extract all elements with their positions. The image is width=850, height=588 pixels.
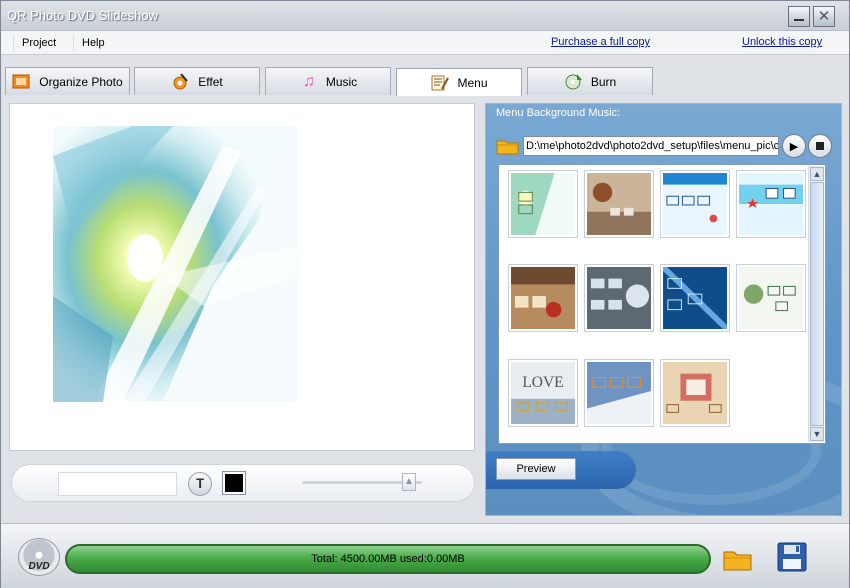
menu-template-gallery: LOVE ▲ ▼ [498, 164, 826, 444]
open-project-folder-icon[interactable] [723, 546, 753, 572]
menu-text-input[interactable] [58, 472, 177, 496]
preview-button-area: Preview [486, 451, 636, 489]
preview-button[interactable]: Preview [496, 458, 576, 480]
menu-bar: Project Help Purchase a full copy Unlock… [1, 31, 849, 55]
dvd-disc-icon: DVD [18, 538, 60, 576]
scroll-thumb[interactable] [810, 182, 824, 426]
disc-usage-progress: Total: 4500.00MB used:0.00MB [65, 544, 711, 574]
disc-type-label: DVD [28, 561, 50, 572]
play-icon: ▶ [789, 140, 799, 153]
menu-settings-panel: Menu Background Music: D:\me\photo2dvd\p… [485, 103, 842, 516]
folder-open-icon[interactable] [496, 136, 520, 156]
burn-disc-icon [564, 73, 584, 91]
slider-thumb[interactable]: ▲ [402, 473, 416, 491]
template-thumb-10[interactable] [584, 359, 654, 427]
template-thumb-9[interactable]: LOVE [508, 359, 578, 427]
purchase-link[interactable]: Purchase a full copy [551, 36, 650, 48]
tab-menu[interactable]: Menu [396, 68, 522, 96]
template-thumb-1[interactable] [508, 170, 578, 238]
status-bar: DVD Total: 4500.00MB used:0.00MB [1, 523, 849, 588]
unlock-link[interactable]: Unlock this copy [742, 36, 822, 48]
template-thumb-2[interactable] [584, 170, 654, 238]
scroll-down-icon[interactable]: ▼ [810, 427, 824, 441]
photo-organize-icon [12, 73, 32, 91]
stop-button[interactable] [808, 134, 832, 158]
text-color-picker[interactable] [223, 472, 245, 494]
stop-icon [816, 142, 824, 150]
menu-preview-panel [9, 103, 475, 451]
tab-label: Burn [590, 74, 617, 89]
tab-label: Menu [457, 75, 488, 90]
menu-help[interactable]: Help [73, 35, 113, 51]
tab-bar: Organize Photo Effet ♫ Music Menu Burn [1, 55, 849, 96]
tab-label: Organize Photo [39, 74, 123, 89]
close-button[interactable]: ✕ [813, 6, 835, 27]
app-window: QR Photo DVD Slideshow ✕ Project Help Pu… [0, 0, 850, 588]
template-thumb-8[interactable] [736, 264, 806, 332]
tab-effet[interactable]: Effet [134, 67, 260, 95]
menu-project[interactable]: Project [13, 35, 64, 51]
font-icon: 𝐓 [195, 476, 205, 491]
disc-usage-text: Total: 4500.00MB used:0.00MB [311, 553, 465, 565]
template-thumb-5[interactable] [508, 264, 578, 332]
save-project-icon[interactable] [776, 541, 808, 573]
template-thumb-4[interactable] [736, 170, 806, 238]
title-bar: QR Photo DVD Slideshow ✕ [1, 1, 849, 31]
template-thumb-6[interactable] [584, 264, 654, 332]
svg-text:LOVE: LOVE [522, 374, 563, 391]
tab-burn[interactable]: Burn [527, 67, 653, 95]
font-button[interactable]: 𝐓 [188, 472, 212, 496]
gallery-scrollbar[interactable]: ▲ ▼ [808, 166, 824, 442]
text-toolbar: 𝐓 ▲ [11, 464, 475, 502]
template-thumb-11[interactable] [660, 359, 730, 427]
menu-edit-icon [430, 74, 450, 92]
minimize-button[interactable] [788, 6, 810, 27]
music-path-field[interactable]: D:\me\photo2dvd\photo2dvd_setup\files\me… [523, 136, 779, 156]
minimize-icon [794, 18, 804, 21]
scroll-up-icon[interactable]: ▲ [810, 167, 824, 181]
window-title: QR Photo DVD Slideshow [7, 8, 159, 23]
tab-label: Effet [198, 74, 223, 89]
music-note-icon: ♫ [302, 72, 315, 90]
effect-icon [171, 72, 191, 91]
menu-music-label: Menu Background Music: [496, 107, 621, 119]
menu-background-preview [53, 126, 299, 402]
tab-label: Music [325, 74, 358, 89]
template-thumb-3[interactable] [660, 170, 730, 238]
music-path-row: D:\me\photo2dvd\photo2dvd_setup\files\me… [496, 134, 840, 159]
play-button[interactable]: ▶ [782, 134, 806, 158]
tab-music[interactable]: ♫ Music [265, 67, 391, 95]
template-list: LOVE [508, 170, 808, 440]
template-thumb-7[interactable] [660, 264, 730, 332]
tab-organize-photo[interactable]: Organize Photo [5, 67, 130, 95]
close-icon: ✕ [817, 8, 831, 25]
